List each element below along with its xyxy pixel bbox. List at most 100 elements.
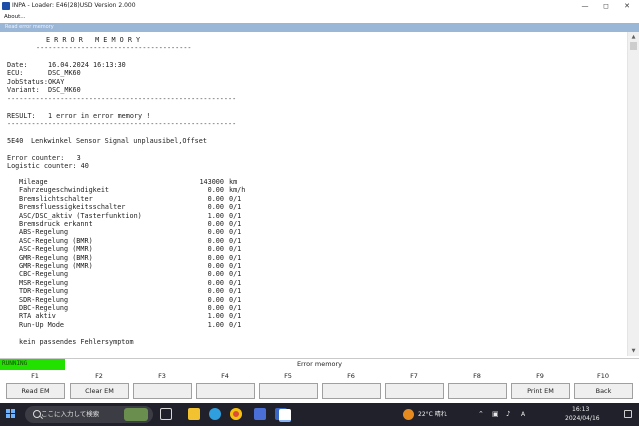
fkey-label-f5: F5 — [284, 372, 292, 380]
symptom-note: kein passendes Fehlersymptom — [19, 338, 134, 346]
menu-bar: About... — [0, 13, 639, 22]
close-icon[interactable]: ✕ — [619, 0, 635, 12]
condition-unit: 0/1 — [229, 245, 242, 254]
condition-value: 0.00 — [207, 186, 224, 195]
f7-button[interactable] — [385, 383, 444, 399]
heading-rule: -------------------------------------- — [36, 44, 192, 52]
file-explorer-icon[interactable] — [188, 408, 200, 420]
fault-text: Lenkwinkel Sensor Signal unplausibel,Off… — [31, 137, 207, 145]
condition-row: Fahrzeugeschwindigkeit 0.00 km/h — [19, 186, 279, 194]
condition-name: Bremslichtschalter — [19, 194, 93, 203]
condition-unit: 0/1 — [229, 312, 242, 321]
condition-row: ABS-Regelung 0.00 0/1 — [19, 228, 279, 236]
condition-value: 0.00 — [207, 262, 224, 270]
window-title: INPA - Loader: E46(28)USD Version 2.000 — [12, 2, 136, 9]
condition-row: GMR-Regelung (MMR) 0.00 0/1 — [19, 262, 279, 270]
chrome-icon[interactable] — [230, 408, 242, 420]
inpa-app-icon — [2, 2, 10, 10]
notification-icon[interactable] — [624, 410, 632, 418]
search-highlight-icon — [124, 408, 148, 421]
mail-icon[interactable] — [254, 408, 266, 420]
clock-time[interactable]: 16:13 — [572, 406, 589, 414]
condition-unit: 0/1 — [229, 253, 242, 262]
condition-value: 0.00 — [207, 194, 224, 203]
condition-name: SDR-Regelung — [19, 295, 69, 304]
f8-button[interactable] — [448, 383, 507, 399]
condition-row: Mileage 143000 km — [19, 178, 279, 186]
fkey-label-f8: F8 — [473, 372, 481, 380]
vertical-scrollbar[interactable]: ▲ ▼ — [627, 32, 639, 356]
inpa-icon[interactable] — [279, 409, 291, 422]
condition-value: 0.00 — [207, 253, 224, 262]
info-date-label: Date: — [7, 61, 28, 69]
clock-date[interactable]: 2024/04/16 — [565, 415, 600, 423]
condition-value: 1.00 — [207, 320, 224, 329]
network-icon[interactable]: ▣ — [492, 410, 499, 418]
back-button[interactable]: Back — [574, 383, 633, 399]
divider-rule: ----------------------------------------… — [7, 120, 237, 128]
condition-row: SDR-Regelung 0.00 0/1 — [19, 296, 279, 304]
condition-name: ASC/DSC_aktiv (Tasterfunktion) — [19, 211, 142, 220]
f3-button[interactable] — [133, 383, 192, 399]
divider-rule: ----------------------------------------… — [7, 95, 237, 103]
f4-button[interactable] — [196, 383, 255, 399]
condition-unit: 0/1 — [229, 220, 242, 228]
scroll-down-icon[interactable]: ▼ — [629, 348, 638, 354]
f6-button[interactable] — [322, 383, 381, 399]
condition-value: 0.00 — [207, 220, 224, 228]
weather-text[interactable]: 22°C 晴れ — [418, 411, 447, 419]
f5-button[interactable] — [259, 383, 318, 399]
condition-name: Bremsfluessigkeitsschalter — [19, 203, 126, 212]
info-jobstatus-value: OKAY — [48, 77, 65, 86]
read-em-button[interactable]: Read EM — [6, 383, 65, 399]
fkey-label-f2: F2 — [95, 372, 103, 380]
info-jobstatus-label: JobStatus: — [7, 77, 48, 86]
condition-row: MSR-Regelung 0.00 0/1 — [19, 279, 279, 287]
condition-unit: 0/1 — [229, 203, 242, 212]
condition-name: CBC-Regelung — [19, 270, 69, 279]
condition-name: Fahrzeugeschwindigkeit — [19, 186, 110, 195]
search-placeholder: ここに入力して検索 — [41, 410, 100, 418]
windows-start-icon[interactable] — [6, 409, 16, 419]
condition-unit: 0/1 — [229, 287, 242, 296]
info-ecu-label: ECU: — [7, 69, 24, 78]
condition-name: ABS-Regelung — [19, 228, 69, 237]
clear-em-button[interactable]: Clear EM — [70, 383, 129, 399]
condition-unit: 0/1 — [229, 278, 242, 287]
condition-unit: km/h — [229, 186, 246, 195]
condition-value: 0.00 — [207, 295, 224, 304]
condition-unit: 0/1 — [229, 262, 242, 270]
condition-row: Bremslichtschalter 0.00 0/1 — [19, 195, 279, 203]
volume-icon[interactable]: ♪ — [506, 410, 510, 418]
condition-name: MSR-Regelung — [19, 278, 69, 287]
subwindow-header: Read error memory — [0, 23, 639, 32]
condition-row: Bremsdruck erkannt 0.00 0/1 — [19, 220, 279, 228]
condition-row: ASC/DSC_aktiv (Tasterfunktion) 1.00 0/1 — [19, 212, 279, 220]
edge-icon[interactable] — [209, 408, 221, 420]
maximize-icon[interactable]: ◻ — [598, 0, 614, 12]
status-title: Error memory — [296, 360, 343, 368]
scroll-thumb[interactable] — [630, 42, 637, 50]
chevron-up-icon[interactable]: ⌃ — [478, 410, 484, 418]
condition-row: CBC-Regelung 0.00 0/1 — [19, 270, 279, 278]
minimize-icon[interactable]: — — [577, 0, 593, 12]
condition-row: RTA aktiv 1.00 0/1 — [19, 312, 279, 320]
condition-name: Mileage — [19, 178, 48, 186]
fkey-label-f10: F10 — [596, 372, 609, 380]
info-date-value: 16.04.2024 16:13:30 — [48, 61, 126, 69]
condition-unit: 0/1 — [229, 295, 242, 304]
weather-icon[interactable] — [403, 409, 414, 420]
print-em-button[interactable]: Print EM — [511, 383, 570, 399]
ime-indicator[interactable]: A — [521, 411, 525, 419]
menu-about[interactable]: About... — [4, 13, 26, 22]
info-variant-label: Variant: — [7, 86, 40, 95]
scroll-up-icon[interactable]: ▲ — [629, 34, 638, 40]
condition-name: Bremsdruck erkannt — [19, 220, 93, 228]
condition-unit: 0/1 — [229, 211, 242, 220]
info-ecu-value: DSC_MK60 — [48, 69, 81, 78]
task-view-icon[interactable] — [160, 408, 172, 420]
taskbar-search[interactable]: ここに入力して検索 — [25, 406, 153, 423]
report-area: E R R O R M E M O R Y ------------------… — [0, 32, 627, 356]
fkey-label-f4: F4 — [221, 372, 229, 380]
search-icon — [33, 410, 41, 418]
